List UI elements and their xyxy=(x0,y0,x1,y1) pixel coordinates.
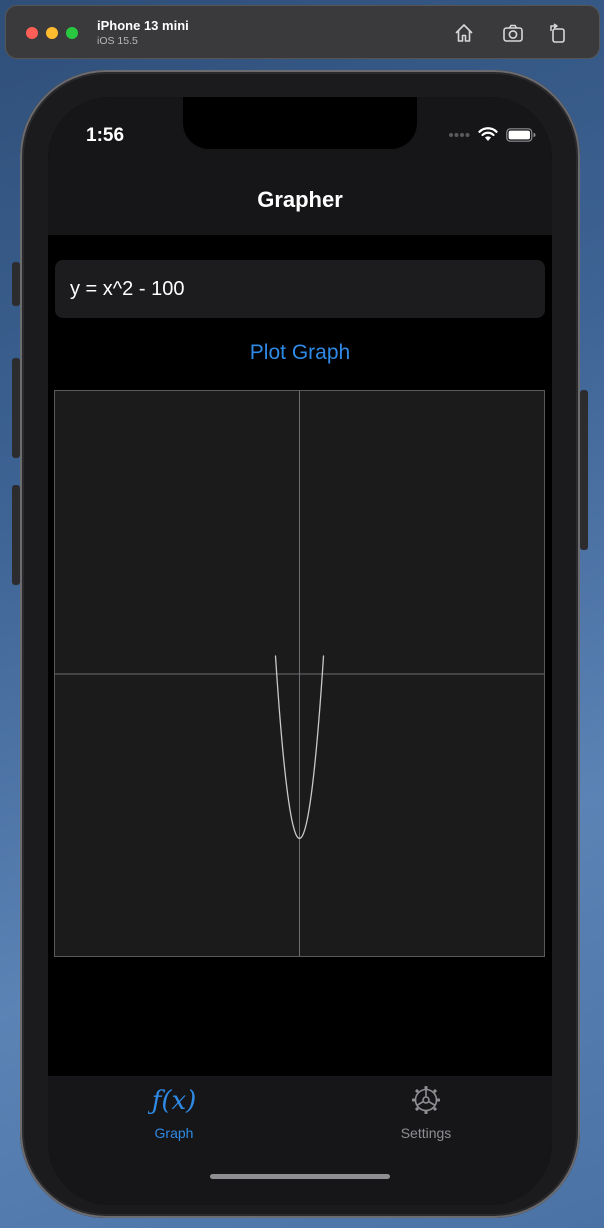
screenshot-icon[interactable] xyxy=(502,22,524,44)
tab-bar: ƒ(x) Graph Settings xyxy=(48,1076,552,1205)
page-title: Grapher xyxy=(257,187,343,212)
notch xyxy=(183,97,417,149)
tab-graph[interactable]: ƒ(x) Graph xyxy=(104,1084,244,1141)
battery-icon xyxy=(506,127,536,142)
cellular-signal-icon xyxy=(449,132,470,137)
zoom-window-button[interactable] xyxy=(66,27,78,39)
tab-graph-label: Graph xyxy=(154,1125,194,1141)
close-window-button[interactable] xyxy=(26,27,38,39)
equation-input[interactable]: y = x^2 - 100 xyxy=(55,260,545,318)
graph-view xyxy=(54,390,545,957)
volume-up-button xyxy=(12,358,20,458)
device-name: iPhone 13 mini xyxy=(97,18,189,33)
wifi-icon xyxy=(478,127,498,141)
mute-switch xyxy=(12,262,20,306)
os-version: iOS 15.5 xyxy=(97,35,138,47)
minimize-window-button[interactable] xyxy=(46,27,58,39)
equation-input-value: y = x^2 - 100 xyxy=(70,277,185,300)
home-indicator xyxy=(210,1174,390,1179)
app-screen: 1:56 Grapher y = x^2 - 100 Plot Graph ƒ(… xyxy=(48,97,552,1205)
fx-icon: ƒ(x) xyxy=(147,1086,197,1116)
graph-canvas xyxy=(55,391,544,956)
svg-text:ƒ(x): ƒ(x) xyxy=(148,1086,196,1116)
plot-graph-button[interactable]: Plot Graph xyxy=(48,341,552,365)
home-icon[interactable] xyxy=(453,22,475,44)
simulator-title-bar: iPhone 13 mini iOS 15.5 xyxy=(5,5,600,59)
status-indicators xyxy=(448,127,536,142)
gear-icon xyxy=(412,1086,440,1114)
tab-settings[interactable]: Settings xyxy=(356,1084,496,1141)
status-time: 1:56 xyxy=(86,125,125,146)
tab-settings-label: Settings xyxy=(400,1125,452,1141)
rotate-icon[interactable] xyxy=(547,22,569,44)
volume-down-button xyxy=(12,485,20,585)
power-button xyxy=(580,390,588,550)
